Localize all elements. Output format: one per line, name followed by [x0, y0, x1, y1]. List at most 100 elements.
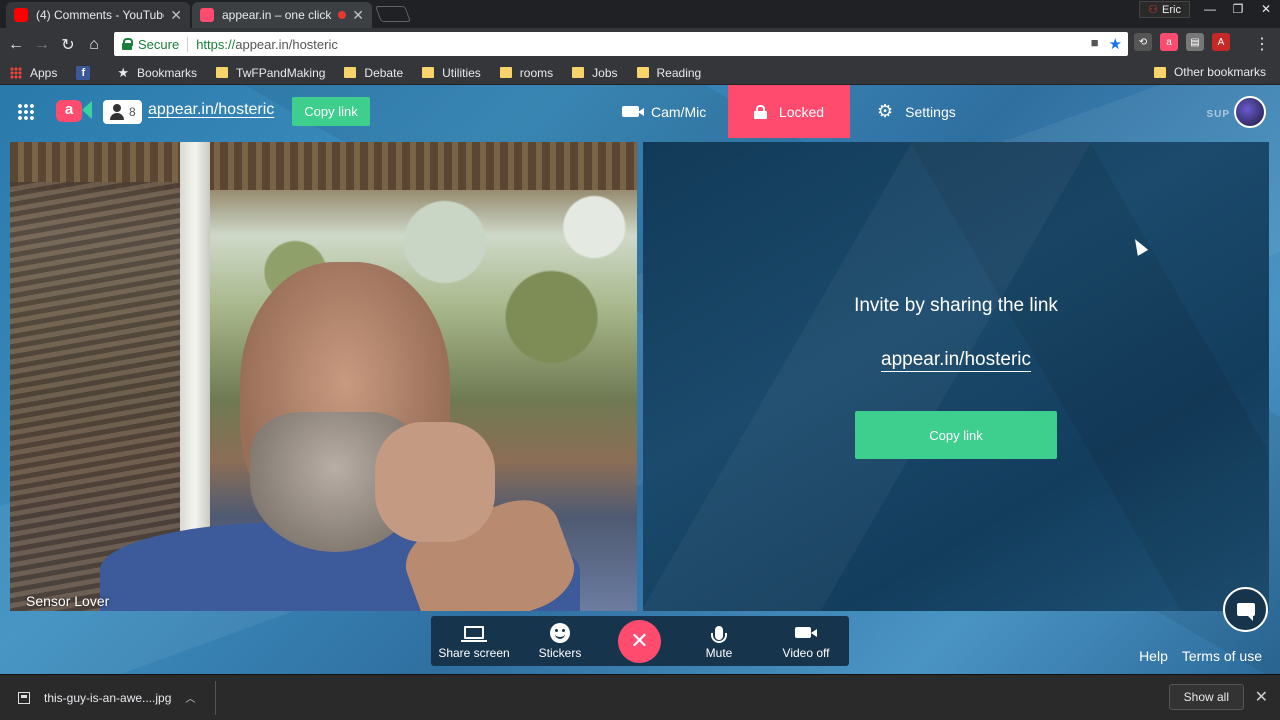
copy-link-button[interactable]: Copy link: [292, 97, 370, 126]
leave-call-button[interactable]: ✕: [618, 620, 661, 663]
invite-copy-link-button[interactable]: Copy link: [855, 411, 1057, 459]
show-all-button[interactable]: Show all: [1168, 684, 1244, 710]
locked-button[interactable]: Locked: [728, 85, 850, 138]
camera-in-use-icon[interactable]: ■: [1091, 35, 1099, 53]
bookmark-debate[interactable]: Debate: [344, 66, 403, 80]
minimize-icon[interactable]: —: [1196, 2, 1224, 16]
mouse-cursor-icon: [1129, 236, 1149, 256]
browser-menu-icon[interactable]: ⋮: [1254, 34, 1270, 54]
settings-label: Settings: [905, 103, 956, 120]
settings-button[interactable]: ⚙ Settings: [877, 85, 956, 138]
bookmark-facebook[interactable]: f: [76, 65, 98, 80]
download-shelf: this-guy-is-an-awe....jpg ︿ Show all ✕: [0, 674, 1280, 720]
profile-name: Eric: [1162, 3, 1181, 16]
url-path: /hosteric: [288, 36, 338, 52]
mute-label: Mute: [705, 645, 733, 660]
bookmark-label: Jobs: [592, 65, 618, 80]
invite-panel: Invite by sharing the link appear.in/hos…: [643, 142, 1269, 611]
profile-icon: ⚇: [1148, 3, 1159, 16]
footer-links: Help Terms of use: [1139, 648, 1262, 664]
home-icon[interactable]: ⌂: [81, 36, 107, 54]
download-file-name: this-guy-is-an-awe....jpg: [44, 690, 172, 705]
image-file-icon: [18, 691, 30, 704]
appear-in-favicon-icon: [200, 8, 214, 22]
bookmark-star-icon[interactable]: ★: [1109, 35, 1122, 53]
star-icon: ★: [117, 64, 130, 80]
url-host: appear.in: [235, 36, 289, 52]
appear-in-logo[interactable]: a: [56, 98, 92, 124]
invite-link-wrap: appear.in/hosteric: [643, 349, 1269, 371]
bookmark-label: Utilities: [442, 65, 481, 80]
tab-youtube[interactable]: (4) Comments - YouTube ✕: [6, 2, 190, 28]
bookmark-reading[interactable]: Reading: [636, 66, 701, 80]
logo-tail-icon: [82, 101, 92, 119]
folder-icon: [636, 67, 649, 78]
close-icon: ✕: [630, 628, 649, 653]
folder-icon: [499, 67, 512, 78]
restore-icon[interactable]: ❐: [1224, 2, 1252, 16]
extensions: ⟲ a ▤ A: [1134, 33, 1230, 51]
appear-in-extension-icon[interactable]: a: [1160, 33, 1178, 51]
new-tab-button[interactable]: [375, 6, 411, 22]
bookmark-rooms[interactable]: rooms: [499, 66, 553, 80]
person-icon: [109, 104, 125, 120]
bookmarks-bar: Apps f ★ Bookmarks TwFPandMaking Debate U…: [0, 61, 1280, 85]
appear-in-app: a 8 appear.in/hosteric Copy link Cam/Mic…: [0, 85, 1280, 674]
pdf-extension-icon[interactable]: A: [1212, 33, 1230, 51]
facebook-icon: f: [76, 65, 91, 80]
bookmark-jobs[interactable]: Jobs: [572, 65, 618, 80]
folder-icon: [216, 67, 229, 78]
bookmark-apps[interactable]: Apps: [10, 66, 57, 80]
help-link[interactable]: Help: [1139, 648, 1168, 664]
bookmark-label: Bookmarks: [137, 65, 198, 80]
apps-menu-icon[interactable]: [17, 103, 35, 121]
extension-icon[interactable]: ⟲: [1134, 33, 1152, 51]
download-item[interactable]: this-guy-is-an-awe....jpg ︿: [18, 690, 195, 705]
other-bookmarks[interactable]: Other bookmarks: [1153, 65, 1266, 79]
tab-appear-in[interactable]: appear.in – one click ✕: [192, 2, 372, 28]
logo-bubble-icon: a: [56, 100, 82, 122]
profile-button[interactable]: ⚇ Eric: [1139, 0, 1190, 18]
close-tab-icon[interactable]: ✕: [170, 7, 182, 24]
bookmark-bookmarks[interactable]: ★ Bookmarks: [117, 65, 197, 81]
video-off-button[interactable]: Video off: [771, 616, 841, 666]
video-camera-icon: [795, 627, 817, 638]
chat-button[interactable]: [1223, 587, 1268, 632]
stickers-label: Stickers: [538, 645, 582, 660]
reload-icon[interactable]: ↻: [55, 35, 81, 55]
close-window-icon[interactable]: ✕: [1252, 2, 1280, 16]
back-icon[interactable]: ←: [3, 36, 29, 54]
close-icon[interactable]: ✕: [1255, 687, 1268, 707]
room-link[interactable]: appear.in/hosteric: [148, 101, 274, 119]
chat-bubble-icon: [1236, 603, 1255, 621]
url-text: https://appear.in/hosteric: [196, 37, 338, 52]
close-tab-icon[interactable]: ✕: [352, 7, 364, 24]
folder-icon: [1153, 66, 1166, 78]
secure-lock-icon: [122, 38, 133, 50]
participant-count: 8: [129, 105, 136, 119]
smiley-icon: [550, 622, 570, 643]
avatar[interactable]: [1234, 96, 1266, 128]
toolbar: ← → ↻ ⌂ Secure https://appear.in/hosteri…: [0, 28, 1280, 61]
locked-label: Locked: [778, 103, 825, 120]
forward-icon[interactable]: →: [29, 36, 55, 54]
folder-icon: [344, 67, 357, 78]
share-screen-label: Share screen: [438, 645, 510, 660]
video-person-hand: [375, 422, 495, 542]
share-screen-button[interactable]: Share screen: [437, 616, 511, 666]
invite-link[interactable]: appear.in/hosteric: [881, 349, 1031, 370]
bookmark-twfpandmaking[interactable]: TwFPandMaking: [216, 66, 325, 80]
participant-count-badge[interactable]: 8: [103, 100, 142, 124]
tab-title: (4) Comments - YouTube: [36, 8, 165, 22]
terms-link[interactable]: Terms of use: [1182, 648, 1262, 664]
mute-button[interactable]: Mute: [689, 616, 749, 666]
microphone-icon: [711, 625, 727, 643]
participant-video: Sensor Lover: [10, 142, 637, 611]
chevron-up-icon[interactable]: ︿: [185, 690, 195, 705]
stickers-button[interactable]: Stickers: [527, 616, 593, 666]
address-bar[interactable]: Secure https://appear.in/hosteric ■ ★: [114, 32, 1128, 56]
chat-extension-icon[interactable]: ▤: [1186, 33, 1204, 51]
bookmark-utilities[interactable]: Utilities: [422, 66, 481, 80]
cam-mic-button[interactable]: Cam/Mic: [622, 85, 706, 138]
divider: [215, 681, 216, 715]
